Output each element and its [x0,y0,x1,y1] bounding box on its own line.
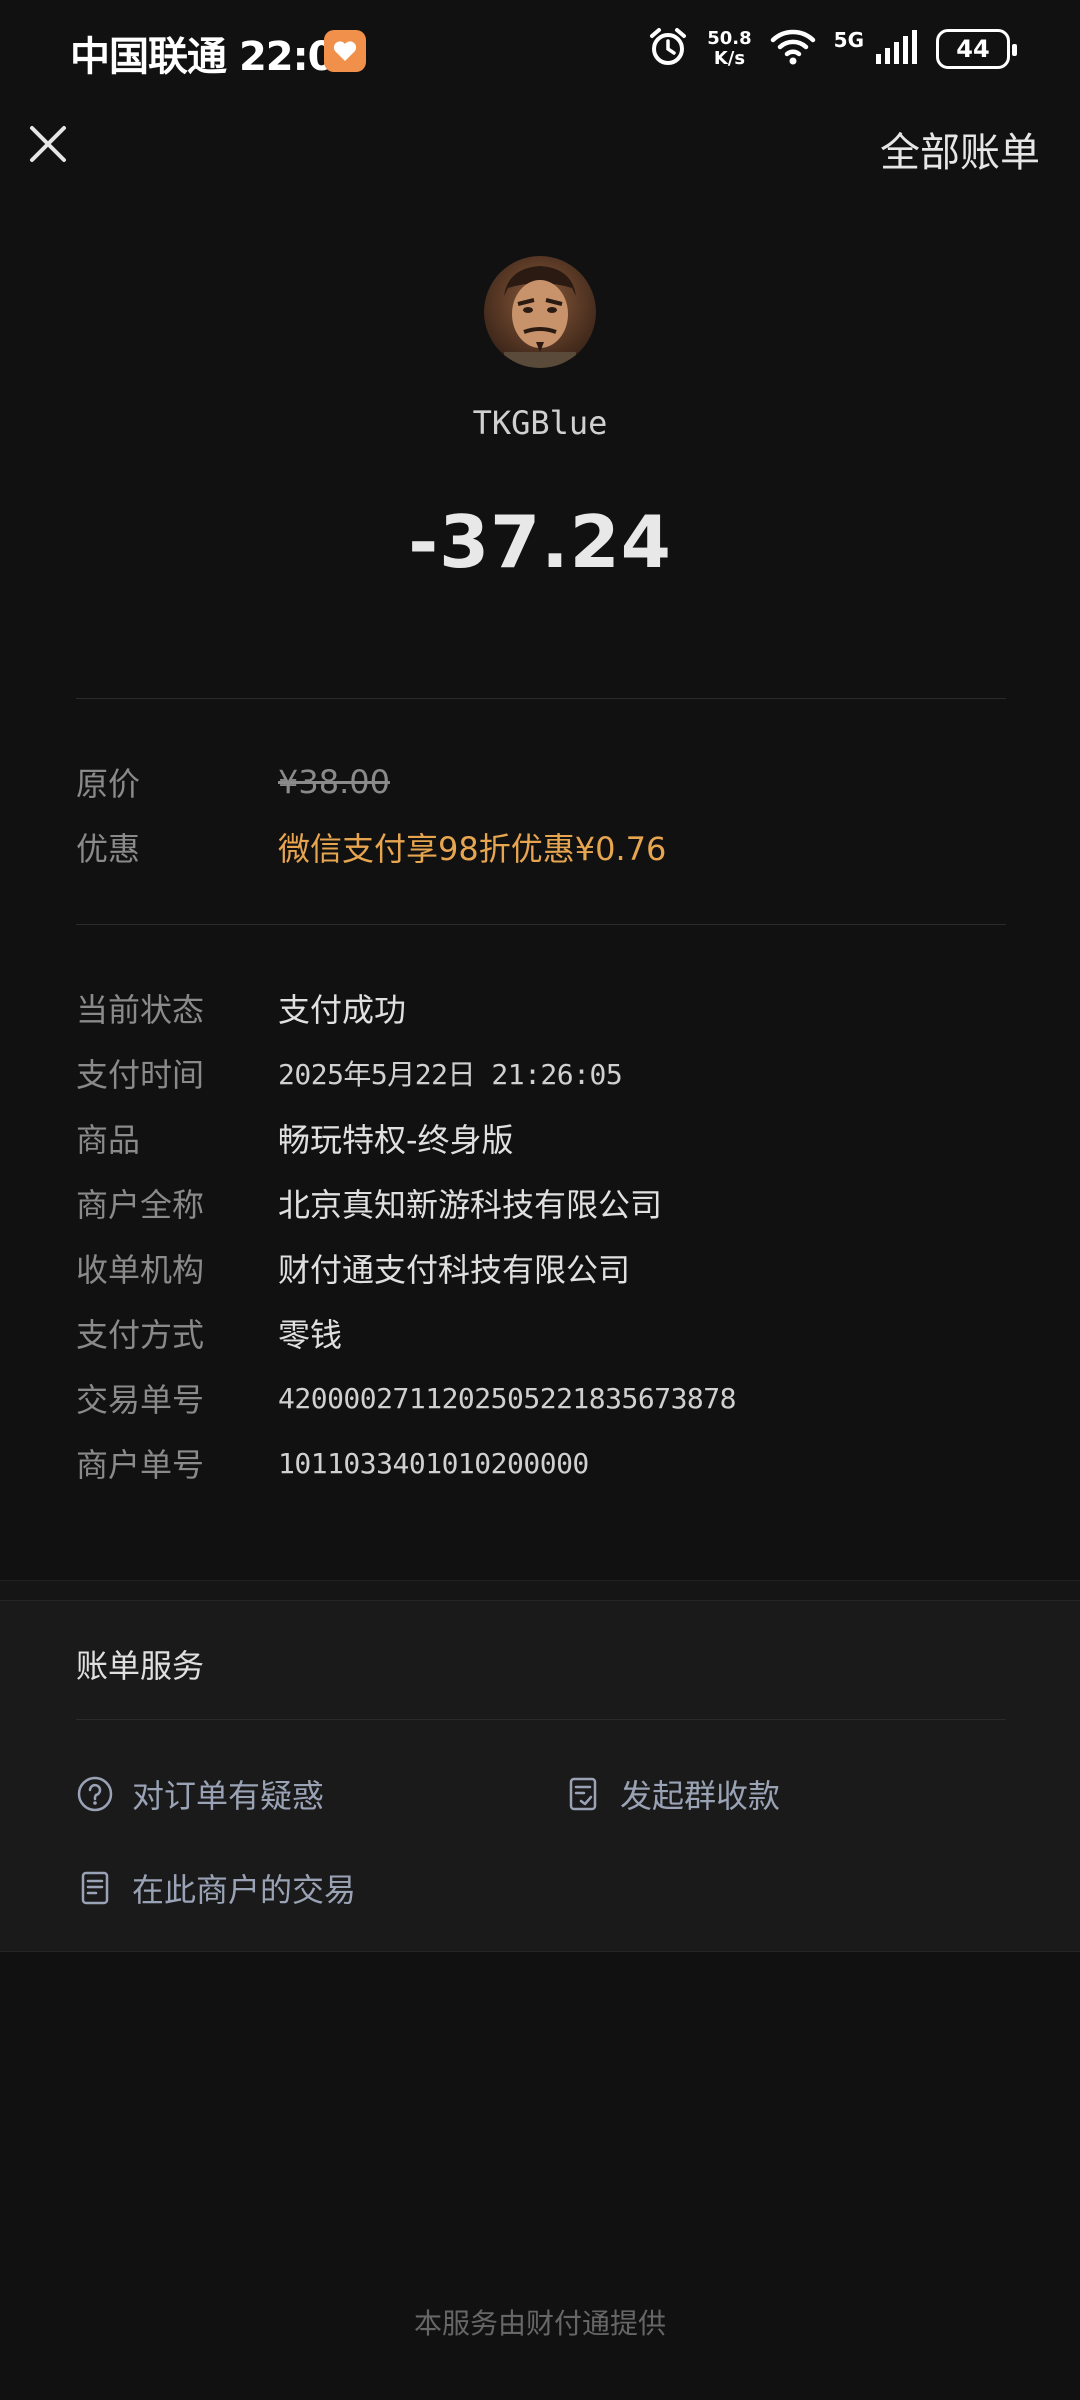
pay-time-value: 2025年5月22日 21:26:05 [278,1058,623,1091]
section-separator-band [0,1580,1080,1600]
merchant-order-label: 商户单号 [76,1446,205,1484]
services-divider [76,1719,1006,1720]
discount-row: 优惠 微信支付享98折优惠¥0.76 [76,823,666,871]
battery-level: 44 [956,35,990,63]
merchant-order-value[interactable]: 1011033401010200000 [278,1447,589,1480]
payee-name: TKGBlue [472,404,608,442]
close-icon [30,126,66,162]
merchant-transactions-label: 在此商户的交易 [132,1871,357,1909]
merchant-name-value: 北京真知新游科技有限公司 [278,1186,663,1224]
bill-detail-page: 中国联通 22:05 50.8 K/s 5G 44 全部账单 TKGBlue -… [0,0,1080,2400]
detail-row-product: 商品 畅玩特权-终身版 [76,1114,514,1162]
pay-method-value: 零钱 [278,1316,343,1354]
section-divider [76,698,1006,699]
status-value: 支付成功 [278,991,407,1029]
group-collection-label: 发起群收款 [620,1777,781,1815]
merchant-transactions-link[interactable]: 在此商户的交易 [76,1865,356,1911]
detail-row-pay-method: 支付方式 零钱 [76,1309,342,1357]
original-price-label: 原价 [76,765,141,803]
carrier-and-time: 中国联通 22:05 [70,24,362,82]
wifi-icon [770,28,816,70]
status-label: 当前状态 [76,991,205,1029]
bill-services-section: 账单服务 对订单有疑惑 发起群收款 在此商户的交易 [0,1600,1080,1952]
merchant-avatar [484,256,596,368]
detail-row-merchant-name: 商户全称 北京真知新游科技有限公司 [76,1179,662,1227]
status-icons: 50.8 K/s 5G 44 [647,26,1017,72]
all-bills-link[interactable]: 全部账单 [880,120,1040,178]
detail-row-acquirer: 收单机构 财付通支付科技有限公司 [76,1244,630,1292]
detail-row-transaction-id: 交易单号 4200002711202505221835673878 [76,1374,737,1422]
product-label: 商品 [76,1121,141,1159]
pay-time-label: 支付时间 [76,1056,205,1094]
product-value: 畅玩特权-终身版 [278,1121,514,1159]
merchant-name-label: 商户全称 [76,1186,205,1224]
section-divider [76,924,1006,925]
original-price-value: ¥38.00 [278,763,390,801]
acquirer-value: 财付通支付科技有限公司 [278,1251,631,1289]
status-bar: 中国联通 22:05 50.8 K/s 5G 44 [0,0,1080,100]
order-question-link[interactable]: 对订单有疑惑 [76,1771,324,1817]
provider-footer: 本服务由财付通提供 [413,2307,666,2340]
speed-unit: K/s [713,48,746,69]
services-title: 账单服务 [76,1647,205,1685]
group-collection-link[interactable]: 发起群收款 [564,1771,780,1817]
network-speed: 50.8 K/s [707,29,751,69]
detail-row-merchant-order: 商户单号 1011033401010200000 [76,1439,589,1487]
discount-label: 优惠 [76,830,141,868]
question-circle-icon [76,1775,114,1813]
notification-app-icon [324,30,366,72]
document-list-icon [76,1869,114,1907]
battery-indicator: 44 [936,29,1017,69]
document-check-icon [564,1775,602,1813]
signal-icon [874,28,918,70]
alarm-icon [647,26,689,72]
detail-row-pay-time: 支付时间 2025年5月22日 21:26:05 [76,1049,623,1097]
discount-value: 微信支付享98折优惠¥0.76 [278,830,667,868]
speed-value: 50.8 [707,28,752,49]
original-price-row: 原价 ¥38.00 [76,758,390,806]
detail-row-status: 当前状态 支付成功 [76,984,406,1032]
acquirer-label: 收单机构 [76,1251,205,1289]
order-question-label: 对订单有疑惑 [132,1777,325,1815]
network-type: 5G [833,28,864,52]
transaction-id-label: 交易单号 [76,1381,205,1419]
close-button[interactable] [24,120,72,168]
transaction-id-value[interactable]: 4200002711202505221835673878 [278,1382,737,1415]
pay-method-label: 支付方式 [76,1316,205,1354]
payment-amount: -37.24 [408,500,672,584]
carrier-name: 中国联通 [70,34,227,80]
